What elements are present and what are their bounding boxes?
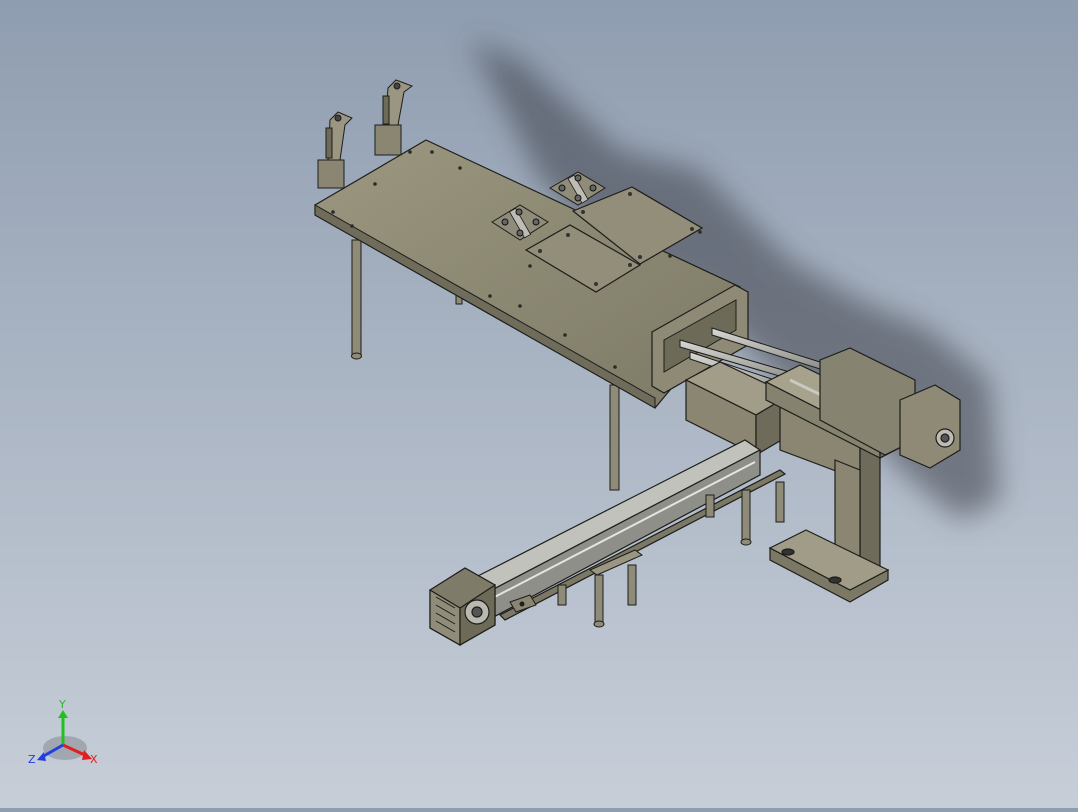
triad-z-label: Z	[28, 753, 36, 766]
axis-leg-2	[594, 574, 604, 624]
coordinate-triad: Y X Z	[28, 698, 98, 766]
triad-base	[43, 736, 87, 760]
table-leg-left-foot	[351, 352, 362, 360]
y-arrow-icon	[58, 710, 68, 718]
axis-leg-6	[775, 481, 785, 523]
axis-leg-5	[741, 489, 751, 543]
table-leg-front	[609, 384, 620, 491]
triad-y-label: Y	[58, 698, 66, 711]
slide-carriage[interactable]	[684, 361, 792, 457]
cad-viewport[interactable]: Y X Z	[0, 0, 1078, 808]
servo-motor-left[interactable]	[429, 567, 496, 647]
z-arrow-icon	[37, 752, 46, 761]
cad-model-canvas[interactable]: Y X Z	[0, 0, 1078, 808]
toggle-clamp-right[interactable]	[374, 79, 414, 156]
axis-leg-3	[627, 564, 637, 606]
table-leg-left	[351, 239, 362, 356]
toggle-clamp-left[interactable]	[317, 111, 353, 189]
axis-leg-4	[705, 494, 715, 518]
triad-x-label: X	[90, 753, 98, 766]
axis-leg-1	[557, 584, 567, 606]
